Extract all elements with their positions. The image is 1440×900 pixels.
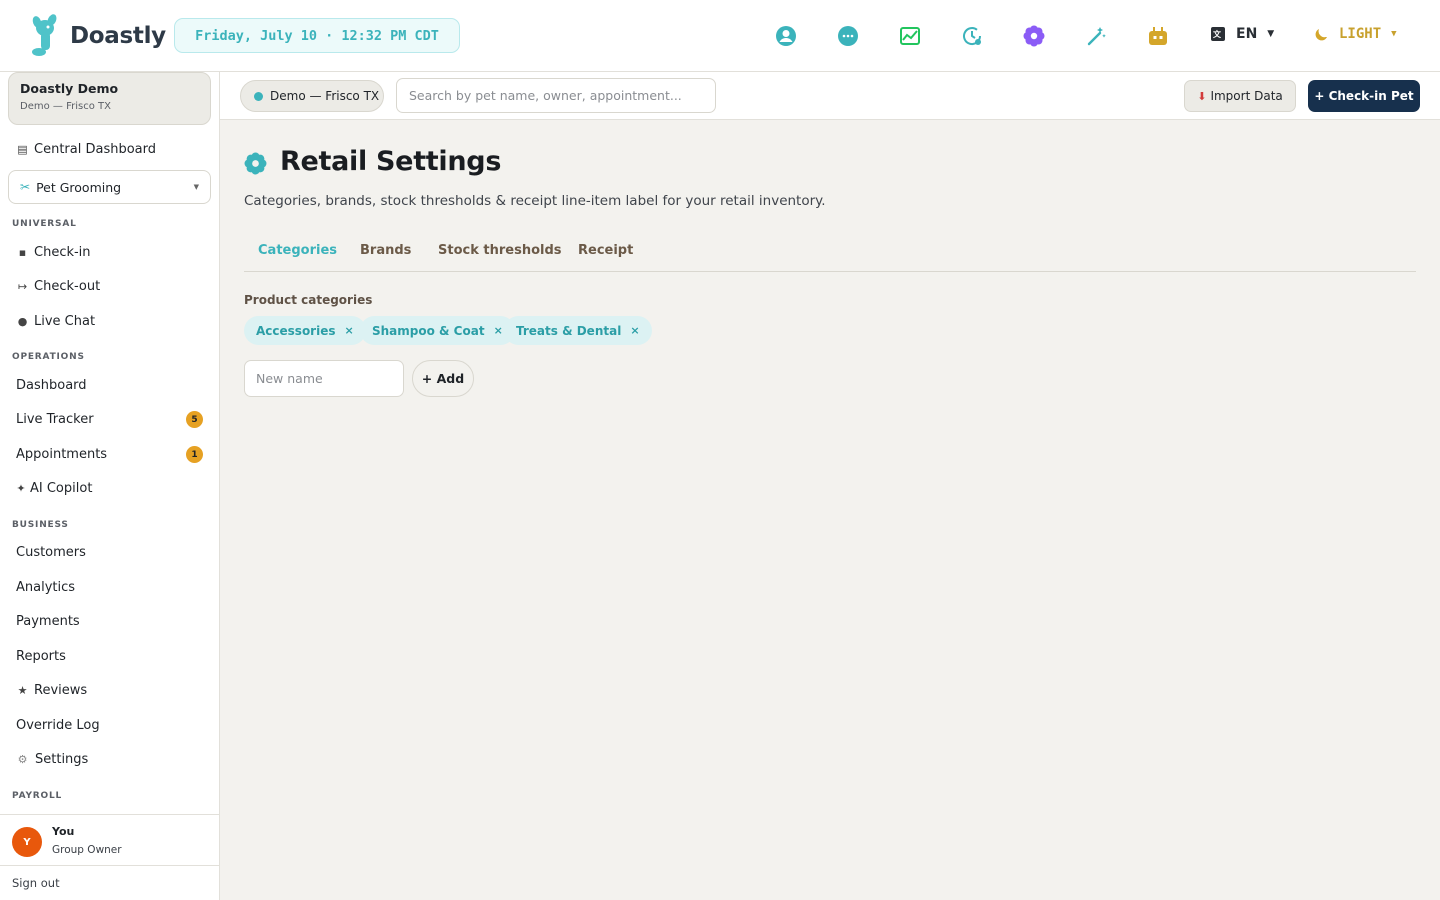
- category-chip: Accessories ×: [244, 316, 366, 345]
- sidebar-item-override-log[interactable]: Override Log: [16, 714, 100, 736]
- sidebar-item-settings[interactable]: ⚙ Settings: [16, 748, 89, 770]
- section-label-business: BUSINESS: [12, 520, 69, 530]
- tab-receipt[interactable]: Receipt: [578, 243, 633, 258]
- sub-header: Demo — Frisco TX ⬇ Import Data + Check-i…: [220, 72, 1440, 120]
- scissors-icon: ✂: [20, 180, 31, 194]
- theme-label: LIGHT: [1339, 26, 1382, 42]
- current-datetime: Friday, July 10 · 12:32 PM CDT: [174, 18, 460, 53]
- remove-icon[interactable]: ×: [494, 324, 503, 337]
- product-categories-label: Product categories: [244, 293, 373, 307]
- chart-line-icon[interactable]: [898, 24, 921, 47]
- page-description: Categories, brands, stock thresholds & r…: [244, 193, 826, 209]
- layout-icon: ▤: [17, 142, 28, 156]
- theme-selector[interactable]: LIGHT ▼: [1314, 26, 1397, 42]
- org-location: Demo — Frisco TX: [20, 101, 111, 112]
- sign-out-link[interactable]: Sign out: [0, 865, 219, 900]
- import-data-button[interactable]: ⬇ Import Data: [1184, 80, 1296, 112]
- sidebar-item-payments[interactable]: Payments: [16, 610, 80, 632]
- live-tracker-count-badge: 5: [186, 411, 203, 428]
- flower-settings-icon: [244, 152, 267, 175]
- tab-stock-thresholds[interactable]: Stock thresholds: [438, 243, 562, 258]
- user-role: Group Owner: [52, 844, 122, 856]
- section-label-payroll: PAYROLL: [12, 791, 63, 801]
- chat-bubble-icon[interactable]: [836, 24, 859, 47]
- import-icon: ⬇: [1197, 89, 1207, 103]
- sidebar-item-customers[interactable]: Customers: [16, 541, 86, 563]
- language-label: EN: [1236, 26, 1258, 42]
- language-selector[interactable]: 文 EN ▼: [1210, 26, 1274, 42]
- check-in-pet-button[interactable]: + Check-in Pet: [1308, 80, 1420, 112]
- sidebar-item-central-dashboard[interactable]: ▤ Central Dashboard: [16, 138, 156, 160]
- moon-icon: [1315, 29, 1327, 41]
- sidebar-item-check-in[interactable]: ▪ Check-in: [16, 241, 91, 263]
- location-label: Demo — Frisco TX: [270, 89, 380, 103]
- gear-icon: ⚙: [17, 752, 28, 766]
- user-name: You: [52, 825, 75, 838]
- remove-icon[interactable]: ×: [630, 324, 639, 337]
- robot-icon[interactable]: [1146, 24, 1169, 47]
- clock-history-icon[interactable]: [960, 24, 983, 47]
- add-category-button[interactable]: + Add: [412, 360, 474, 397]
- sidebar-item-appointments[interactable]: Appointments: [16, 443, 107, 465]
- translate-icon: 文: [1211, 27, 1225, 41]
- svg-text:文: 文: [1213, 29, 1222, 39]
- sidebar-item-reports[interactable]: Reports: [16, 645, 66, 667]
- status-dot-icon: [254, 91, 263, 101]
- sidebar-item-analytics[interactable]: Analytics: [16, 576, 75, 598]
- chevron-down-icon: ▼: [193, 183, 199, 191]
- org-switcher[interactable]: Doastly Demo Demo — Frisco TX: [8, 72, 211, 125]
- chevron-down-icon: ▼: [1391, 29, 1397, 39]
- service-select[interactable]: ✂ Pet Grooming ▼: [8, 170, 211, 204]
- sparkle-icon: ✦: [16, 481, 26, 495]
- sidebar-item-ai-copilot[interactable]: ✦ AI Copilot: [16, 477, 92, 499]
- sidebar-item-reviews[interactable]: ★ Reviews: [16, 679, 88, 701]
- search-input[interactable]: [396, 78, 716, 113]
- avatar: Y: [12, 827, 42, 857]
- sidebar-item-live-chat[interactable]: ● Live Chat: [16, 310, 95, 332]
- brand-name: Doastly: [70, 23, 166, 49]
- new-category-input[interactable]: [244, 360, 404, 397]
- section-label-universal: UNIVERSAL: [12, 219, 77, 229]
- star-icon: ★: [17, 683, 28, 697]
- chevron-down-icon: ▼: [1267, 29, 1275, 39]
- top-bar: Doastly Friday, July 10 · 12:32 PM CDT 文…: [0, 0, 1440, 72]
- category-chip: Treats & Dental ×: [504, 316, 652, 345]
- current-user[interactable]: Y You Group Owner: [0, 814, 219, 866]
- org-name: Doastly Demo: [20, 81, 119, 96]
- remove-icon[interactable]: ×: [345, 324, 354, 337]
- sidebar: Doastly Demo Demo — Frisco TX ▤ Central …: [0, 72, 220, 900]
- sidebar-item-live-tracker[interactable]: Live Tracker: [16, 408, 94, 430]
- flower-settings-icon[interactable]: [1022, 24, 1045, 47]
- user-circle-icon[interactable]: [774, 24, 797, 47]
- sidebar-item-check-out[interactable]: ↦ Check-out: [16, 275, 100, 297]
- category-chip: Shampoo & Coat ×: [360, 316, 515, 345]
- appointments-count-badge: 1: [186, 446, 203, 463]
- magic-wand-icon[interactable]: [1084, 24, 1107, 47]
- settings-tabs: Categories Brands Stock thresholds Recei…: [244, 232, 1416, 272]
- dog-logo-icon: [32, 14, 57, 56]
- chat-icon: ●: [17, 314, 28, 328]
- brand-logo[interactable]: Doastly: [30, 14, 166, 58]
- location-selector[interactable]: Demo — Frisco TX: [240, 80, 384, 112]
- clipboard-icon: ▪: [18, 245, 27, 259]
- sidebar-item-dashboard[interactable]: Dashboard: [16, 374, 87, 396]
- service-select-value: Pet Grooming: [36, 179, 122, 195]
- logout-icon: ↦: [17, 279, 28, 293]
- tab-brands[interactable]: Brands: [360, 243, 411, 258]
- section-label-operations: OPERATIONS: [12, 352, 85, 362]
- tab-categories[interactable]: Categories: [258, 243, 337, 258]
- page-title: Retail Settings: [280, 146, 502, 177]
